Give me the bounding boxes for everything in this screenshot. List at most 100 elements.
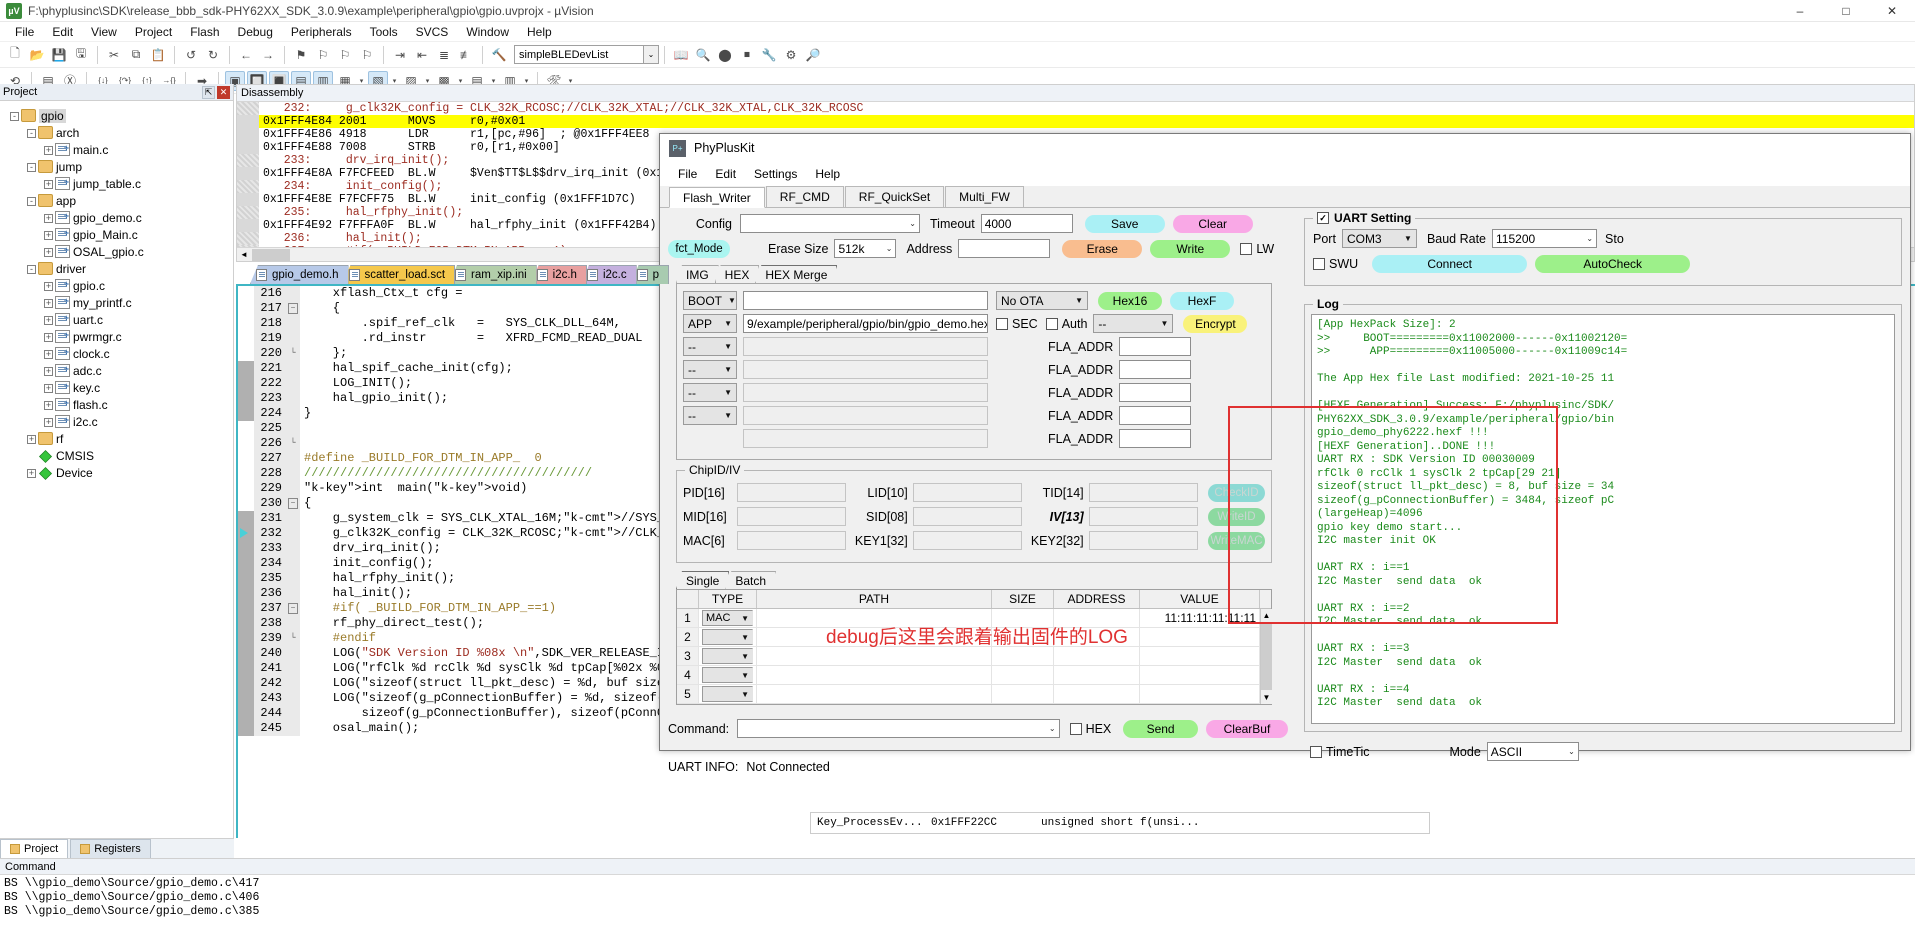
- batch-cell-path[interactable]: [757, 647, 992, 665]
- tree-item-cmsis[interactable]: CMSIS: [8, 447, 233, 464]
- chevron-down-icon[interactable]: ⌄: [644, 45, 659, 64]
- tree-item-gpio-main-c[interactable]: + gpio_Main.c: [8, 226, 233, 243]
- editor-gutter[interactable]: [238, 541, 254, 556]
- scroll-thumb[interactable]: [252, 248, 290, 261]
- lw-checkbox[interactable]: [1240, 242, 1253, 255]
- chipid-field-input[interactable]: [736, 483, 847, 502]
- command-panel-body[interactable]: BS \\gpio_demo\Source/gpio_demo.c\417 BS …: [0, 875, 1915, 921]
- batch-cell-value[interactable]: [1140, 647, 1260, 665]
- editor-gutter[interactable]: [238, 706, 254, 721]
- tree-item-pwrmgr-c[interactable]: + pwrmgr.c: [8, 328, 233, 345]
- tree-expander-icon[interactable]: +: [42, 281, 55, 291]
- pin-icon[interactable]: ⇱: [202, 85, 215, 99]
- menu-item-project[interactable]: Project: [126, 23, 181, 41]
- tree-expander-icon[interactable]: -: [25, 264, 38, 274]
- batch-cell-address[interactable]: [1054, 647, 1140, 665]
- editor-gutter[interactable]: [238, 421, 254, 436]
- rebuild-icon[interactable]: 🔍: [693, 45, 713, 65]
- uart-setting-checkbox[interactable]: ✓: [1317, 212, 1329, 224]
- editor-gutter[interactable]: [238, 481, 254, 496]
- tree-expander-icon[interactable]: +: [42, 417, 55, 427]
- batch-table-row[interactable]: 5 ▼: [677, 685, 1260, 704]
- fold-toggle-icon[interactable]: −: [286, 601, 300, 616]
- editor-gutter[interactable]: [238, 676, 254, 691]
- tree-item-jump[interactable]: - jump: [8, 158, 233, 175]
- clear-button[interactable]: Clear: [1172, 214, 1253, 233]
- minimize-button[interactable]: –: [1777, 0, 1823, 22]
- chipid-field-input[interactable]: [1088, 507, 1198, 526]
- tree-expander-icon[interactable]: +: [42, 383, 55, 393]
- debug-icon[interactable]: 🔧: [759, 45, 779, 65]
- hexf-button[interactable]: HexF: [1170, 291, 1234, 310]
- editor-gutter[interactable]: [238, 376, 254, 391]
- hex-row-path-input[interactable]: [743, 291, 988, 310]
- batch-cell-type[interactable]: ▼: [699, 685, 757, 703]
- phy-tab-rf_cmd[interactable]: RF_CMD: [765, 186, 844, 207]
- hex-tab-img[interactable]: IMG: [676, 265, 719, 283]
- tree-expander-icon[interactable]: -: [25, 128, 38, 138]
- lw-checkbox-wrap[interactable]: LW: [1240, 242, 1274, 256]
- address-input[interactable]: [958, 239, 1051, 258]
- menu-item-peripherals[interactable]: Peripherals: [282, 23, 361, 41]
- breakpoint-gutter[interactable]: [237, 115, 259, 128]
- menu-item-edit[interactable]: Edit: [43, 23, 82, 41]
- batch-cell-type[interactable]: ▼: [699, 628, 757, 646]
- undo-icon[interactable]: ↺: [181, 45, 201, 65]
- chipid-field-input[interactable]: [736, 531, 847, 550]
- tree-expander-icon[interactable]: +: [42, 247, 55, 257]
- tree-item-driver[interactable]: - driver: [8, 260, 233, 277]
- editor-gutter[interactable]: [238, 391, 254, 406]
- build-icon[interactable]: 📖: [671, 45, 691, 65]
- save-icon[interactable]: 💾: [49, 45, 69, 65]
- batch-type-select[interactable]: ▼: [702, 629, 753, 645]
- tree-item-uart-c[interactable]: + uart.c: [8, 311, 233, 328]
- connect-button[interactable]: Connect: [1372, 255, 1528, 273]
- batch-cell-n[interactable]: 3: [677, 647, 699, 665]
- open-folder-icon[interactable]: 📂: [27, 45, 47, 65]
- maximize-button[interactable]: □: [1823, 0, 1869, 22]
- forward-icon[interactable]: →: [258, 45, 278, 65]
- batch-cell-size[interactable]: [992, 685, 1054, 703]
- editor-gutter[interactable]: [238, 601, 254, 616]
- hex-row-type-select[interactable]: -- ▼: [683, 406, 737, 425]
- chipid-field-input[interactable]: [912, 483, 1022, 502]
- save-all-icon[interactable]: 🖫: [71, 45, 91, 65]
- tree-expander-icon[interactable]: +: [42, 230, 55, 240]
- bookmark-prev-icon[interactable]: ⚐: [335, 45, 355, 65]
- batch-column-header[interactable]: [677, 590, 699, 608]
- editor-tab-i2c-h[interactable]: i2c.h: [530, 265, 587, 284]
- batch-column-header[interactable]: VALUE: [1140, 590, 1260, 608]
- breakpoint-gutter[interactable]: [237, 167, 259, 180]
- editor-gutter[interactable]: [238, 331, 254, 346]
- tree-item-gpio[interactable]: - gpio: [8, 107, 233, 124]
- batch-cell-path[interactable]: [757, 685, 992, 703]
- editor-gutter[interactable]: [238, 526, 254, 541]
- close-button[interactable]: ✕: [1869, 0, 1915, 22]
- breakpoint-gutter[interactable]: [237, 193, 259, 206]
- writemac-button[interactable]: WriteMAC: [1207, 531, 1266, 550]
- editor-gutter[interactable]: [238, 691, 254, 706]
- batch-cell-type[interactable]: ▼: [699, 666, 757, 684]
- erase-button[interactable]: Erase: [1062, 239, 1143, 258]
- redo-icon[interactable]: ↻: [203, 45, 223, 65]
- hex-row-type-select[interactable]: -- ▼: [683, 337, 737, 356]
- paste-icon[interactable]: 📋: [148, 45, 168, 65]
- swu-checkbox-wrap[interactable]: SWU: [1313, 257, 1358, 271]
- bookmark-clear-icon[interactable]: ⚐: [357, 45, 377, 65]
- batch-type-select[interactable]: ▼: [702, 648, 753, 664]
- batch-cell-value[interactable]: [1140, 666, 1260, 684]
- tree-item-flash-c[interactable]: + flash.c: [8, 396, 233, 413]
- autocheck-button[interactable]: AutoCheck: [1535, 255, 1691, 273]
- batch-cell-value[interactable]: [1140, 685, 1260, 703]
- tree-expander-icon[interactable]: -: [8, 111, 21, 121]
- tree-item-clock-c[interactable]: + clock.c: [8, 345, 233, 362]
- hex16-button[interactable]: Hex16: [1098, 291, 1162, 310]
- batch-cell-value[interactable]: [1140, 628, 1260, 646]
- editor-gutter[interactable]: [238, 346, 254, 361]
- tree-item-i2c-c[interactable]: + i2c.c: [8, 413, 233, 430]
- editor-tab-i2c-c[interactable]: i2c.c: [580, 265, 637, 284]
- tree-expander-icon[interactable]: +: [42, 366, 55, 376]
- tree-expander-icon[interactable]: +: [42, 332, 55, 342]
- editor-gutter[interactable]: [238, 466, 254, 481]
- magnify-icon[interactable]: ⚙: [781, 45, 801, 65]
